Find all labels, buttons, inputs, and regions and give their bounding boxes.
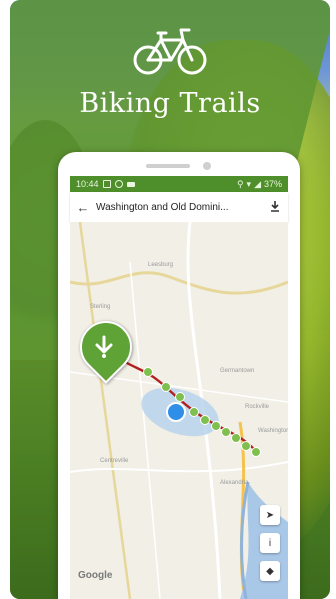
svg-text:Washington: Washington	[258, 428, 288, 434]
google-watermark: Google	[78, 570, 113, 581]
layers-icon[interactable]: ◆	[260, 561, 280, 581]
notification-icon	[114, 180, 123, 188]
wifi-icon: ▾	[246, 178, 252, 189]
signal-icon: ◢	[254, 178, 261, 189]
battery-level: 37%	[263, 179, 282, 189]
app-title: Biking Trails	[79, 88, 261, 119]
status-time: 10:44	[76, 179, 99, 189]
svg-text:Sterling: Sterling	[90, 304, 110, 310]
navigation-icon[interactable]: ➤	[260, 505, 280, 525]
svg-text:Rockville: Rockville	[245, 404, 270, 410]
phone-mockup: 10:44 ⚲ ▾ ◢ 37% ← Washington and Old Dom…	[58, 152, 300, 599]
map-canvas: Leesburg Sterling Germantown Rockville W…	[70, 222, 288, 599]
download-arrow-icon	[84, 327, 124, 367]
status-bar: 10:44 ⚲ ▾ ◢ 37%	[70, 176, 288, 192]
notification-icon	[126, 181, 135, 187]
location-icon: ⚲	[236, 178, 244, 189]
notification-icon	[102, 180, 111, 188]
svg-text:Alexandria: Alexandria	[220, 480, 249, 486]
svg-text:Germantown: Germantown	[220, 368, 254, 374]
arrow-left-icon[interactable]: ←	[70, 200, 96, 215]
download-icon[interactable]	[262, 200, 288, 215]
speaker	[146, 164, 190, 168]
camera	[203, 162, 211, 170]
bicycle-icon	[133, 28, 207, 75]
svg-text:Centreville: Centreville	[100, 458, 129, 464]
store-screenshot: Biking Trails 10:44 ⚲ ▾ ◢ 37% ← Washingt…	[0, 0, 336, 599]
hero-header: Biking Trails	[10, 24, 330, 119]
app-bar: ← Washington and Old Domini...	[70, 192, 288, 222]
svg-text:Leesburg: Leesburg	[148, 262, 173, 268]
trail-title: Washington and Old Domini...	[96, 201, 229, 213]
trail-map[interactable]: Leesburg Sterling Germantown Rockville W…	[70, 222, 288, 599]
info-icon[interactable]: i	[260, 533, 280, 553]
